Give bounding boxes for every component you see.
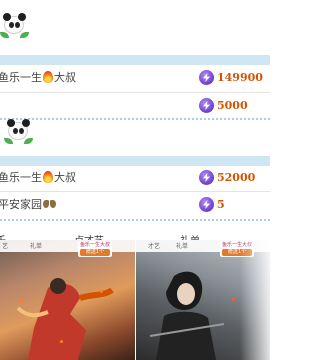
dotted-divider bbox=[0, 118, 270, 120]
panda-avatar-icon bbox=[0, 12, 29, 38]
gift-amount: 52000 bbox=[217, 171, 256, 184]
section-band bbox=[0, 55, 270, 65]
card-tab-bar: 艺 礼单 bbox=[0, 240, 135, 252]
panda-avatar-icon bbox=[4, 118, 33, 144]
stream-thumbnail-right[interactable]: 才艺 礼单 鱼乐一生大叔 赠送1个 bbox=[136, 240, 270, 360]
fire-icon bbox=[43, 171, 53, 183]
butterfly-icon bbox=[43, 199, 56, 209]
gift-sender: 鱼乐一生 大叔 bbox=[0, 171, 76, 184]
gift-row: 5000 bbox=[0, 94, 270, 116]
stream-thumbnail-left[interactable]: 艺 礼单 鱼乐一生大叔 赠送1个 bbox=[0, 240, 135, 360]
gift-row: 鱼乐一生 大叔 149900 bbox=[0, 66, 270, 88]
row-divider bbox=[0, 191, 270, 192]
swordsman-figure bbox=[149, 271, 225, 360]
gift-amount: 149900 bbox=[217, 71, 263, 84]
fire-icon bbox=[43, 71, 53, 83]
gift-sender: 鱼乐一生 大叔 bbox=[0, 71, 76, 84]
gift-tag: 鱼乐一生大叔 赠送1个 bbox=[78, 241, 113, 257]
lightning-coin-icon bbox=[199, 70, 214, 85]
lightning-coin-icon bbox=[199, 170, 214, 185]
gift-amount: 5 bbox=[217, 198, 225, 211]
lightning-coin-icon bbox=[199, 197, 214, 212]
warrior-figure bbox=[16, 278, 114, 360]
gift-row: 平安家园 5 bbox=[0, 193, 270, 215]
lightning-coin-icon bbox=[199, 98, 214, 113]
row-divider bbox=[0, 92, 270, 93]
gift-amount: 5000 bbox=[217, 99, 248, 112]
gift-row: 鱼乐一生 大叔 52000 bbox=[0, 166, 270, 188]
section-band bbox=[0, 156, 270, 166]
dotted-divider bbox=[0, 219, 270, 221]
gift-sender: 平安家园 bbox=[0, 196, 56, 212]
